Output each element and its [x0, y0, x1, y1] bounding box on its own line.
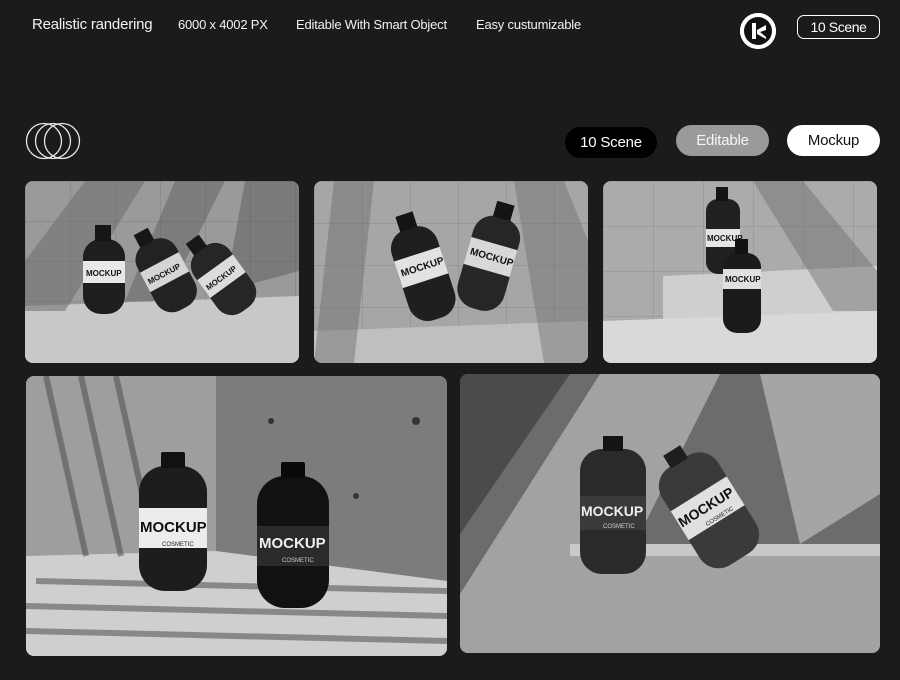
bottle: MOCKUP COSMETIC: [580, 436, 646, 574]
editable-button[interactable]: Editable: [676, 125, 769, 156]
label-sub-text: COSMETIC: [162, 542, 194, 548]
label-brand-text: MOCKUP: [140, 519, 207, 536]
feature-resolution: 6000 x 4002 PX: [178, 17, 268, 32]
mockup-scene-5[interactable]: MOCKUP COSMETIC MOCKUP COSMETIC: [460, 374, 880, 653]
label-sub-text: COSMETIC: [282, 558, 314, 564]
label-brand-text: MOCKUP: [725, 275, 761, 284]
mockup-scene-3[interactable]: MOCKUP MOCKUP: [603, 181, 877, 363]
scene-button[interactable]: 10 Scene: [565, 127, 657, 158]
label-brand-text: MOCKUP: [259, 535, 326, 552]
feature-smart-object: Editable With Smart Object: [296, 17, 447, 32]
feature-realistic-rendering: Realistic randering: [32, 16, 153, 33]
label-brand-text: MOCKUP: [581, 503, 643, 519]
overlapping-rings-icon: [25, 122, 81, 165]
label-brand-text: MOCKUP: [86, 269, 122, 278]
mockup-scene-4[interactable]: MOCKUP COSMETIC MOCKUP COSMETIC: [26, 376, 447, 656]
mockup-scene-2[interactable]: MOCKUP MOCKUP: [314, 181, 588, 363]
label-sub-text: COSMETIC: [603, 524, 635, 530]
mockup-scene-1[interactable]: MOCKUP MOCKUP MOCKUP: [25, 181, 299, 363]
mockup-button[interactable]: Mockup: [787, 125, 880, 156]
scene-count-badge[interactable]: 10 Scene: [797, 15, 880, 39]
brand-logo-icon[interactable]: [740, 13, 776, 49]
feature-customizable: Easy custumizable: [476, 17, 581, 32]
